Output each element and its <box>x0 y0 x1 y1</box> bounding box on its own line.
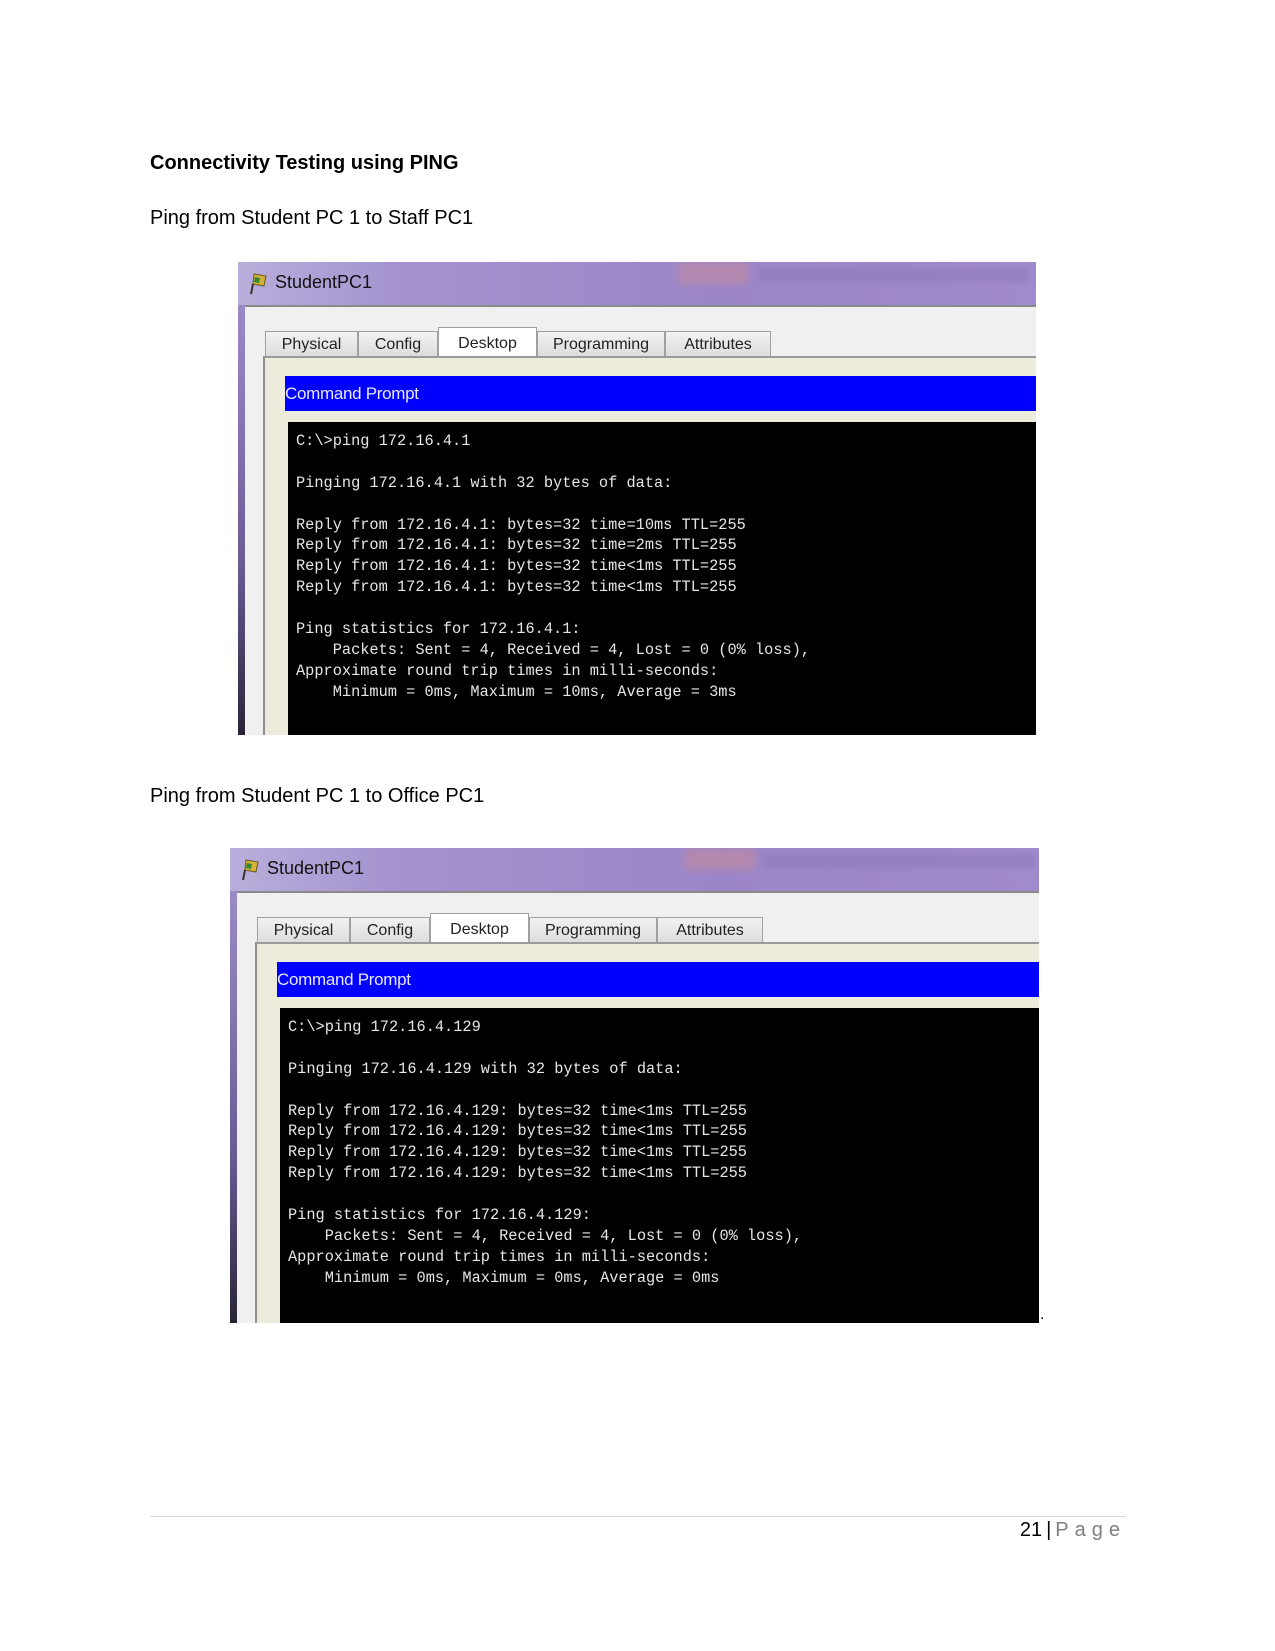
screenshot-staff-ping: StudentPC1 Physical Config Desktop Progr… <box>238 262 1036 735</box>
command-prompt-titlebar: Command Prompt <box>285 376 1036 411</box>
terminal-output[interactable]: C:\>ping 172.16.4.129 Pinging 172.16.4.1… <box>280 1008 1039 1323</box>
screenshot-office-ping: StudentPC1 Physical Config Desktop Progr… <box>230 848 1039 1323</box>
terminal-line: Reply from 172.16.4.129: bytes=32 time<1… <box>288 1143 747 1162</box>
footer-divider <box>150 1516 1126 1517</box>
terminal-line: Packets: Sent = 4, Received = 4, Lost = … <box>288 1226 803 1245</box>
terminal-line: Reply from 172.16.4.1: bytes=32 time=2ms… <box>296 536 737 555</box>
window-title: StudentPC1 <box>275 272 373 292</box>
section-heading: Connectivity Testing using PING <box>150 152 459 174</box>
terminal-line: Reply from 172.16.4.129: bytes=32 time<1… <box>288 1101 747 1120</box>
tab-config[interactable]: Config <box>350 917 430 943</box>
packet-tracer-pc-icon <box>242 859 259 881</box>
terminal-line: Reply from 172.16.4.1: bytes=32 time<1ms… <box>296 557 737 576</box>
terminal-line: Reply from 172.16.4.1: bytes=32 time=10m… <box>296 515 746 534</box>
terminal-line: C:\>ping 172.16.4.129 <box>288 1018 481 1036</box>
tab-desktop[interactable]: Desktop <box>438 327 537 359</box>
tab-bar: Physical Config Desktop Programming Attr… <box>257 913 763 945</box>
tab-physical[interactable]: Physical <box>265 331 358 357</box>
tab-bar: Physical Config Desktop Programming Attr… <box>265 327 771 359</box>
tab-programming[interactable]: Programming <box>529 917 657 943</box>
terminal-line: Reply from 172.16.4.129: bytes=32 time<1… <box>288 1164 747 1183</box>
terminal-line: Reply from 172.16.4.1: bytes=32 time<1ms… <box>296 578 737 597</box>
desktop-panel: Command Prompt C:\>ping 172.16.4.129 Pin… <box>255 942 1039 1323</box>
page-number: 21 <box>1019 1519 1043 1541</box>
window-left-edge <box>230 891 237 1323</box>
terminal-output[interactable]: C:\>ping 172.16.4.1 Pinging 172.16.4.1 w… <box>288 422 1036 735</box>
desktop-panel: Command Prompt C:\>ping 172.16.4.1 Pingi… <box>263 356 1036 735</box>
tab-config[interactable]: Config <box>358 331 438 357</box>
terminal-line: Pinging 172.16.4.129 with 32 bytes of da… <box>288 1059 683 1078</box>
page-footer: 21 | Page <box>1020 1519 1126 1542</box>
footer-separator: | <box>1046 1519 1052 1541</box>
terminal-line: Packets: Sent = 4, Received = 4, Lost = … <box>296 640 811 659</box>
window-body: Physical Config Desktop Programming Attr… <box>245 305 1036 735</box>
terminal-line: Ping statistics for 172.16.4.1: <box>296 620 581 639</box>
packet-tracer-pc-icon <box>250 273 267 295</box>
tab-attributes[interactable]: Attributes <box>657 917 763 943</box>
window-titlebar: StudentPC1 <box>230 848 1039 891</box>
terminal-line: Minimum = 0ms, Maximum = 0ms, Average = … <box>288 1268 720 1287</box>
terminal-line: Ping statistics for 172.16.4.129: <box>288 1206 591 1225</box>
caption-office-ping: Ping from Student PC 1 to Office PC1 <box>150 785 485 807</box>
terminal-line: Approximate round trip times in milli-se… <box>288 1247 711 1266</box>
window-title: StudentPC1 <box>267 858 365 878</box>
terminal-line: Pinging 172.16.4.1 with 32 bytes of data… <box>296 473 673 492</box>
terminal-line: Approximate round trip times in milli-se… <box>296 661 719 680</box>
window-left-edge <box>238 305 245 735</box>
caption-staff-ping: Ping from Student PC 1 to Staff PC1 <box>150 207 474 229</box>
tab-physical[interactable]: Physical <box>257 917 350 943</box>
window-titlebar: StudentPC1 <box>238 262 1036 305</box>
command-prompt-titlebar: Command Prompt <box>277 962 1039 997</box>
window-body: Physical Config Desktop Programming Attr… <box>237 891 1039 1323</box>
tab-attributes[interactable]: Attributes <box>665 331 771 357</box>
tab-desktop[interactable]: Desktop <box>430 913 529 945</box>
page-label: Page <box>1055 1519 1126 1541</box>
terminal-line: Minimum = 0ms, Maximum = 10ms, Average =… <box>296 682 737 701</box>
tab-programming[interactable]: Programming <box>537 331 665 357</box>
terminal-line: C:\>ping 172.16.4.1 <box>296 432 471 450</box>
trailing-period: . <box>1040 1306 1045 1323</box>
terminal-line: Reply from 172.16.4.129: bytes=32 time<1… <box>288 1122 747 1141</box>
